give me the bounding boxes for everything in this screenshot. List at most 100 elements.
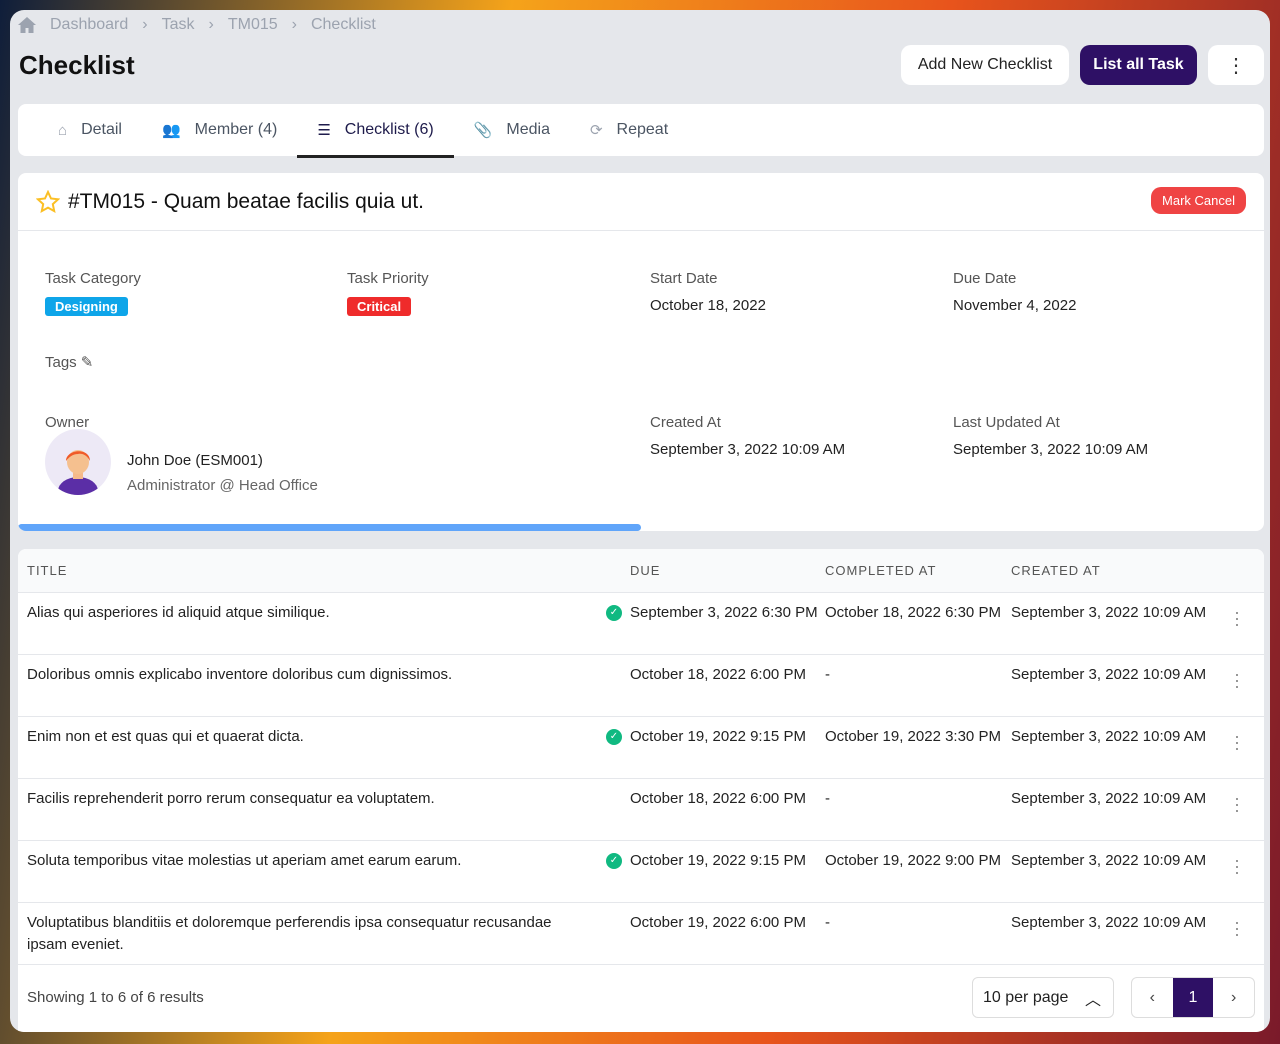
add-new-checklist-button[interactable]: Add New Checklist — [901, 45, 1069, 85]
start-date: October 18, 2022 — [650, 297, 766, 314]
due-cell: October 18, 2022 6:00 PM — [630, 666, 806, 683]
owner-name: John Doe (ESM001) — [127, 452, 263, 469]
home-icon: ⌂ — [58, 121, 68, 139]
list-icon: ☰ — [317, 122, 331, 139]
due-cell: October 19, 2022 6:00 PM — [630, 914, 806, 931]
paperclip-icon: 📎 — [473, 122, 493, 139]
tab-label: Checklist (6) — [344, 121, 434, 138]
created-cell: September 3, 2022 10:09 AM — [1011, 666, 1207, 683]
start-date-label: Start Date — [650, 270, 718, 287]
completed-cell: October 18, 2022 6:30 PM — [825, 604, 1001, 621]
due-date: November 4, 2022 — [953, 297, 1077, 314]
table-row[interactable]: Soluta temporibus vitae molestias ut ape… — [18, 841, 1264, 903]
task-title: #TM015 - Quam beatae facilis quia ut. — [68, 189, 425, 213]
created-at: September 3, 2022 10:09 AM — [650, 441, 846, 458]
column-completed-at[interactable]: COMPLETED AT — [825, 563, 1011, 578]
breadcrumb-tm015[interactable]: TM015 — [228, 16, 278, 34]
check-circle-icon: ✓ — [606, 729, 622, 745]
table-row[interactable]: Doloribus omnis explicabo inventore dolo… — [18, 655, 1264, 717]
avatar — [45, 429, 111, 495]
row-menu-icon[interactable]: · · · — [1234, 913, 1240, 943]
check-circle-icon: ✓ — [606, 853, 622, 869]
updated-at: September 3, 2022 10:09 AM — [953, 441, 1149, 458]
tab-label: Member (4) — [194, 121, 278, 138]
completed-cell: - — [825, 666, 830, 683]
star-icon[interactable] — [36, 189, 60, 214]
created-cell: September 3, 2022 10:09 AM — [1011, 604, 1207, 621]
row-menu-icon[interactable]: · · · — [1234, 851, 1240, 881]
breadcrumb-task[interactable]: Task — [162, 16, 195, 34]
owner-role: Administrator @ Head Office — [127, 477, 318, 494]
progress-bar — [18, 524, 641, 531]
column-due[interactable]: DUE — [630, 563, 825, 578]
completed-cell: October 19, 2022 3:30 PM — [825, 728, 1001, 745]
table-row[interactable]: Enim non et est quas qui et quaerat dict… — [18, 717, 1264, 779]
priority-label: Task Priority — [347, 270, 429, 287]
updated-at-label: Last Updated At — [953, 414, 1060, 431]
breadcrumb-dashboard[interactable]: Dashboard — [50, 16, 128, 34]
per-page-select[interactable]: 10 per page ︿ — [972, 977, 1114, 1018]
results-summary: Showing 1 to 6 of 6 results — [27, 989, 204, 1006]
pagination: ‹ 1 › — [1131, 977, 1255, 1018]
due-cell: October 19, 2022 9:15 PM — [630, 852, 806, 869]
due-cell: October 18, 2022 6:00 PM — [630, 790, 806, 807]
repeat-icon: ⟳ — [589, 122, 603, 139]
checklist-title: Enim non et est quas qui et quaerat dict… — [27, 728, 304, 745]
mark-cancel-button[interactable]: Mark Cancel — [1151, 187, 1246, 214]
tab-repeat[interactable]: ⟳ Repeat — [570, 104, 688, 156]
page-1-button[interactable]: 1 — [1172, 978, 1214, 1017]
row-menu-icon[interactable]: · · · — [1234, 727, 1240, 757]
next-page-button[interactable]: › — [1213, 978, 1254, 1017]
tab-detail[interactable]: ⌂ Detail — [38, 104, 142, 156]
chevron-up-icon: ︿ — [1084, 991, 1101, 1009]
tab-label: Repeat — [616, 121, 669, 138]
category-label: Task Category — [45, 270, 141, 287]
per-page-value: 10 per page — [983, 988, 1069, 1006]
table-row[interactable]: Alias qui asperiores id aliquid atque si… — [18, 593, 1264, 655]
page-title: Checklist — [19, 50, 135, 80]
table-row[interactable]: Facilis reprehenderit porro rerum conseq… — [18, 779, 1264, 841]
column-title[interactable]: TITLE — [18, 563, 630, 578]
tags-label: Tags — [45, 353, 77, 371]
table-header: TITLE DUE COMPLETED AT CREATED AT — [18, 549, 1264, 593]
prev-page-button[interactable]: ‹ — [1132, 978, 1173, 1017]
checklist-title: Voluptatibus blanditiis et doloremque pe… — [27, 914, 552, 953]
tab-label: Detail — [81, 121, 122, 138]
priority-badge: Critical — [347, 297, 412, 316]
checklist-title: Soluta temporibus vitae molestias ut ape… — [27, 852, 462, 869]
checklist-title: Facilis reprehenderit porro rerum conseq… — [27, 790, 435, 807]
more-options-button[interactable]: ⋮ — [1208, 45, 1264, 85]
category-badge: Designing — [45, 297, 128, 316]
completed-cell: - — [825, 914, 830, 931]
users-icon: 👥 — [161, 122, 181, 139]
column-created-at[interactable]: CREATED AT — [1011, 563, 1211, 578]
table-row[interactable]: Voluptatibus blanditiis et doloremque pe… — [18, 903, 1264, 965]
chevron-right-icon: › — [291, 16, 297, 33]
chevron-right-icon: › — [208, 16, 214, 33]
checklist-title: Doloribus omnis explicabo inventore dolo… — [27, 666, 453, 683]
created-cell: September 3, 2022 10:09 AM — [1011, 790, 1207, 807]
row-menu-icon[interactable]: · · · — [1234, 665, 1240, 695]
breadcrumb: Dashboard › Task › TM015 › Checklist — [18, 16, 376, 34]
completed-cell: - — [825, 790, 830, 807]
due-cell: October 19, 2022 9:15 PM — [630, 728, 806, 745]
completed-cell: October 19, 2022 9:00 PM — [825, 852, 1001, 869]
home-icon[interactable] — [18, 17, 36, 33]
tab-media[interactable]: 📎 Media — [454, 104, 570, 156]
created-at-label: Created At — [650, 414, 721, 431]
check-circle-icon: ✓ — [606, 605, 622, 621]
chevron-right-icon: › — [142, 16, 148, 33]
list-all-task-button[interactable]: List all Task — [1080, 45, 1197, 85]
tab-member[interactable]: 👥 Member (4) — [142, 104, 297, 156]
due-cell: September 3, 2022 6:30 PM — [630, 604, 818, 621]
tab-checklist[interactable]: ☰ Checklist (6) — [297, 104, 455, 158]
created-cell: September 3, 2022 10:09 AM — [1011, 728, 1207, 745]
edit-icon[interactable]: ✎ — [81, 353, 94, 371]
tab-label: Media — [506, 121, 550, 138]
row-menu-icon[interactable]: · · · — [1234, 789, 1240, 819]
app-window: Dashboard › Task › TM015 › Checklist Checkl… — [10, 10, 1270, 1032]
checklist-table: TITLE DUE COMPLETED AT CREATED AT Alias … — [18, 549, 1264, 1032]
row-menu-icon[interactable]: · · · — [1234, 603, 1240, 633]
task-detail-card: #TM015 - Quam beatae facilis quia ut. Ma… — [18, 173, 1264, 531]
created-cell: September 3, 2022 10:09 AM — [1011, 852, 1207, 869]
